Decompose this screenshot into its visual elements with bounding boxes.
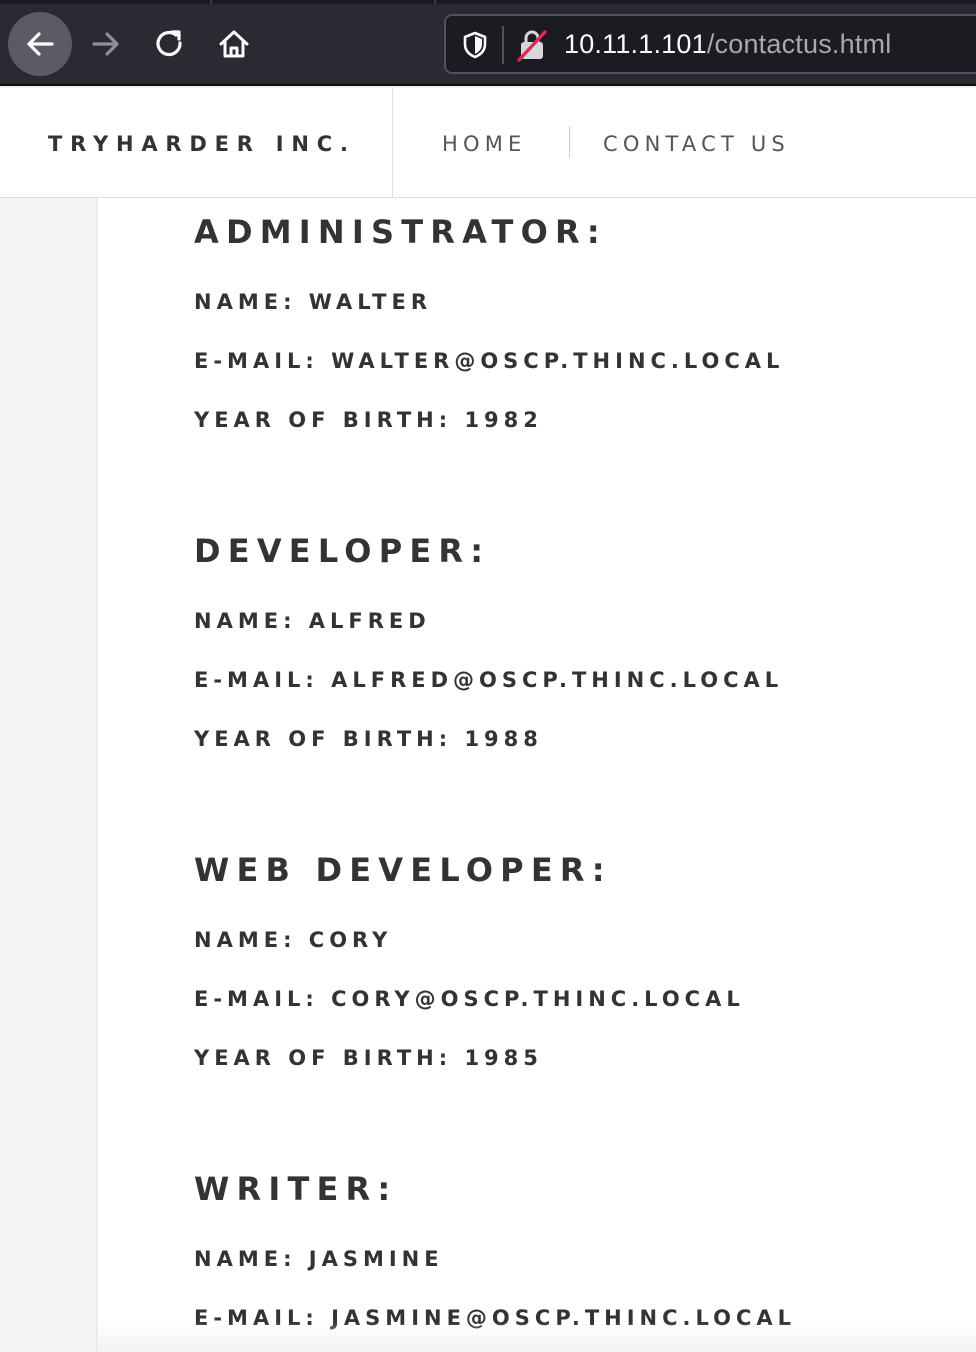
insecure-lock-icon[interactable] [516,28,548,62]
section-heading: WEB DEVELOPER: [194,851,612,889]
nav-home-link[interactable]: HOME [442,132,527,156]
contact-year-of-birth: YEAR OF BIRTH: 1988 [194,727,543,751]
contact-email: E-MAIL: ALFRED@OSCP.THINC.LOCAL [194,668,784,692]
url-path: /contactus.html [706,29,892,59]
contact-name: NAME: WALTER [194,290,432,314]
contact-section-web-developer: WEB DEVELOPER: NAME: CORY E-MAIL: CORY@O… [194,851,740,1070]
contact-name: NAME: CORY [194,928,393,952]
url-text[interactable]: 10.11.1.101/contactus.html [564,29,891,60]
arrow-right-icon [92,32,119,56]
reload-icon [156,30,182,57]
bottom-fade [98,1322,976,1352]
home-button[interactable] [202,12,266,76]
tab-strip [0,0,976,4]
site-header: TRYHARDER INC. HOME CONTACT US [0,88,976,198]
arrow-left-icon [27,32,54,56]
contact-email: E-MAIL: WALTER@OSCP.THINC.LOCAL [194,349,785,373]
contact-name: NAME: ALFRED [194,609,431,633]
back-button[interactable] [8,12,72,76]
url-host: 10.11.1.101 [564,29,707,59]
header-divider [392,88,393,198]
contact-year-of-birth: YEAR OF BIRTH: 1982 [194,408,543,432]
forward-button[interactable] [74,12,138,76]
nav-contact-link[interactable]: CONTACT US [603,132,790,156]
nav-separator [569,126,570,158]
address-bar[interactable]: 10.11.1.101/contactus.html [444,14,976,74]
contact-section-writer: WRITER: NAME: JASMINE E-MAIL: JASMINE@OS… [194,1170,791,1330]
reload-button[interactable] [138,12,202,76]
home-icon [219,30,249,58]
contact-name: NAME: JASMINE [194,1247,444,1271]
urlbar-separator [502,26,504,64]
contact-content: ADMINISTRATOR: NAME: WALTER E-MAIL: WALT… [98,198,976,1352]
contact-section-developer: DEVELOPER: NAME: ALFRED E-MAIL: ALFRED@O… [194,532,778,751]
contact-email: E-MAIL: CORY@OSCP.THINC.LOCAL [194,987,745,1011]
section-heading: ADMINISTRATOR: [194,213,607,251]
contact-section-administrator: ADMINISTRATOR: NAME: WALTER E-MAIL: WALT… [194,213,779,432]
site-brand[interactable]: TRYHARDER INC. [48,132,356,156]
browser-toolbar: 10.11.1.101/contactus.html [0,0,976,86]
section-heading: WRITER: [194,1170,398,1208]
left-gutter [0,198,97,1352]
section-heading: DEVELOPER: [194,532,491,570]
contact-year-of-birth: YEAR OF BIRTH: 1985 [194,1046,543,1070]
shield-icon[interactable] [460,30,490,60]
